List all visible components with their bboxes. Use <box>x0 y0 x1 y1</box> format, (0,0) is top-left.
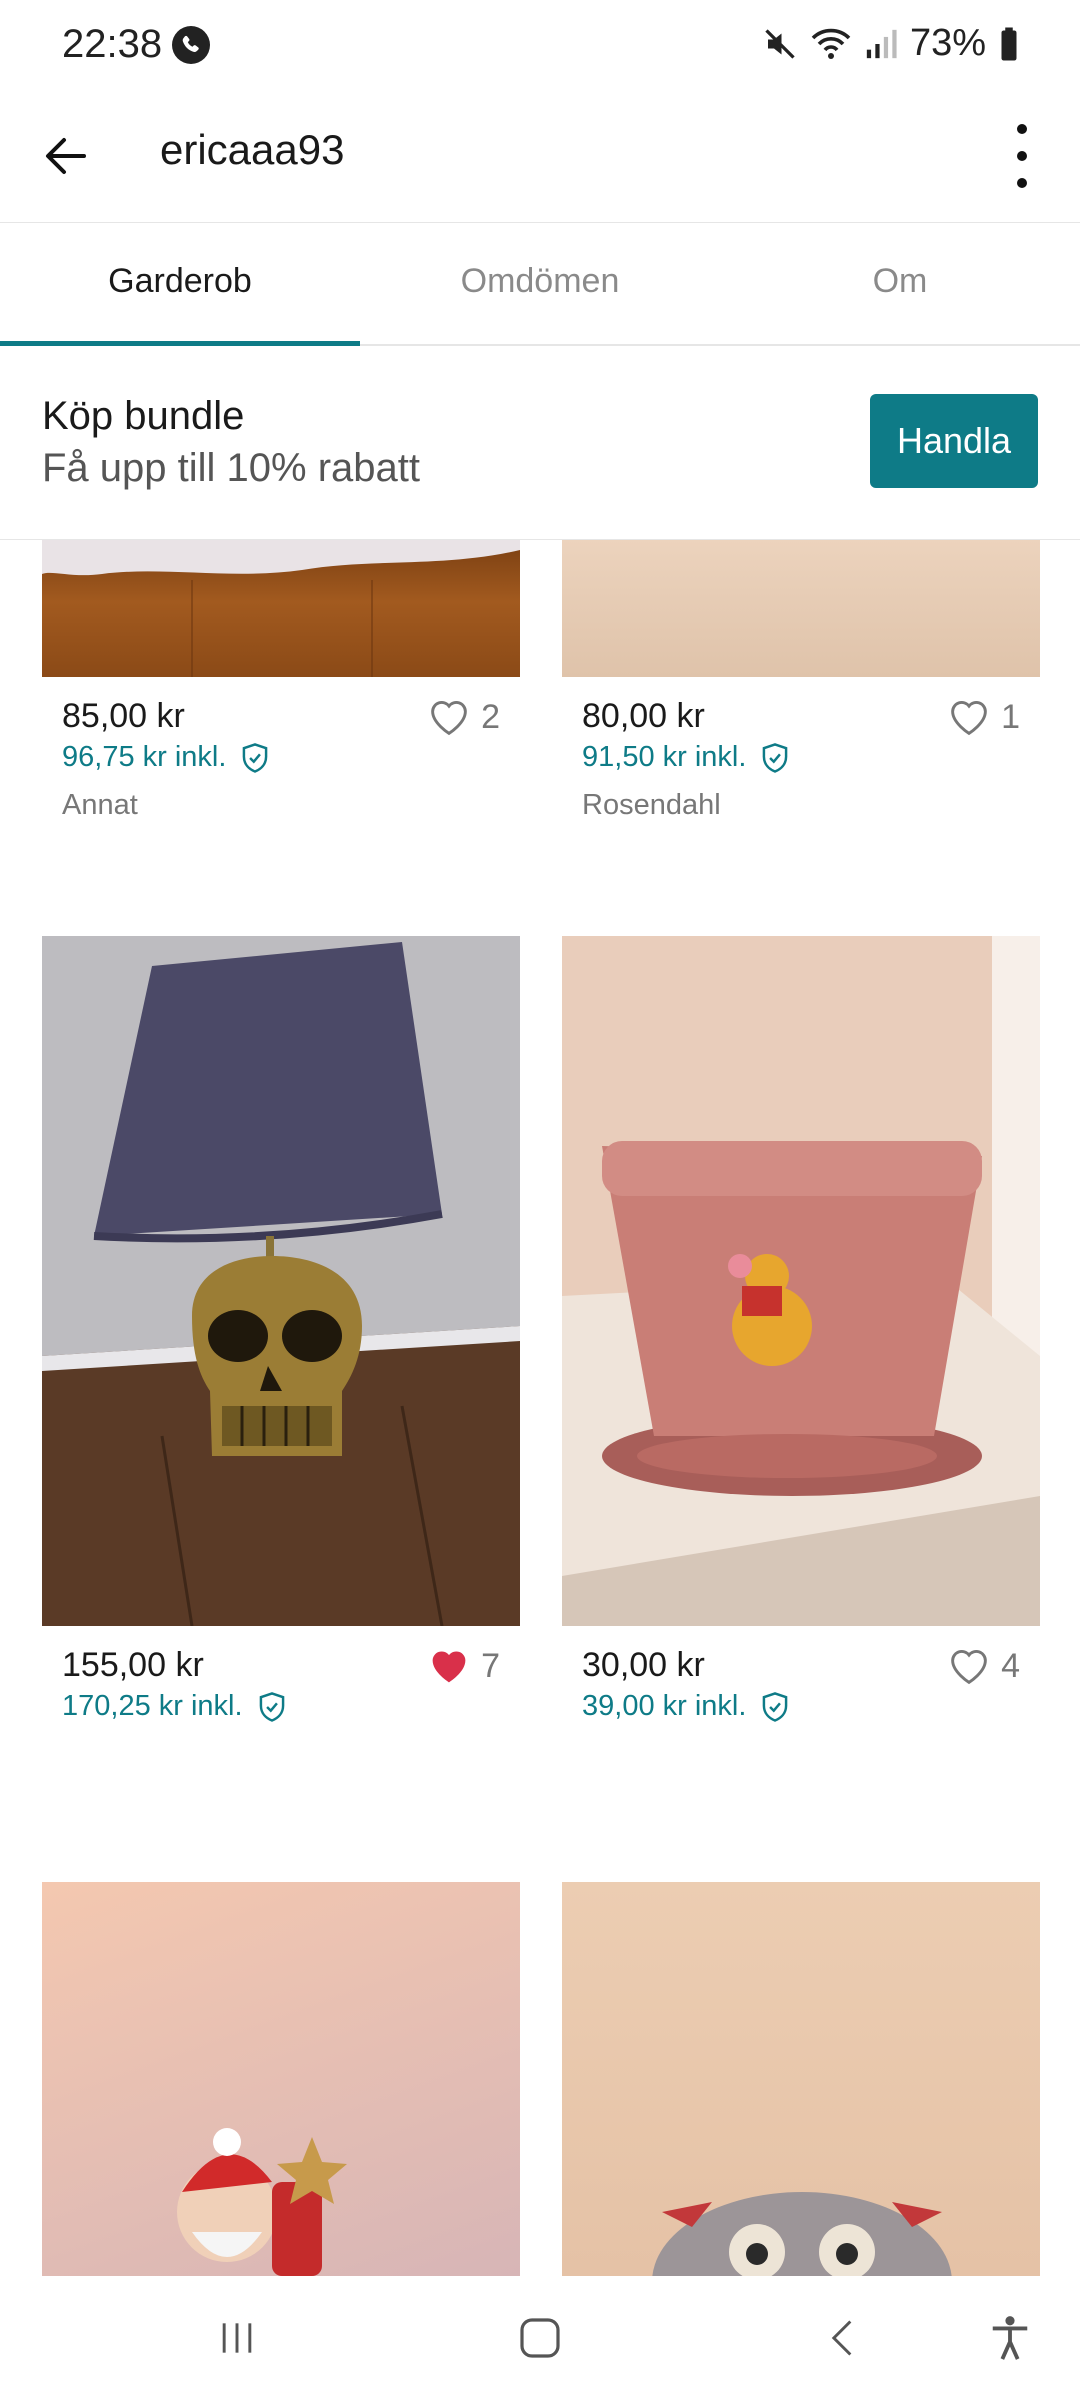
nav-back-icon <box>831 2320 852 2356</box>
shield-check-icon <box>763 742 788 773</box>
favourite-button[interactable]: 4 <box>947 1646 1020 1686</box>
nav-back-button[interactable] <box>808 2306 878 2370</box>
price-incl: 91,50 kr inkl. <box>582 741 790 774</box>
product-price: 155,00 kr <box>62 1646 204 1684</box>
product-price: 80,00 kr <box>582 697 705 735</box>
likes-count: 1 <box>1001 697 1020 736</box>
status-bar: 22:38 73% <box>0 0 1080 90</box>
bundle-subtitle: Få upp till 10% rabatt <box>42 446 420 490</box>
product-image[interactable] <box>42 936 520 1626</box>
product-image[interactable] <box>562 1882 1040 2276</box>
accessibility-icon <box>992 2316 1028 2360</box>
signal-icon <box>866 29 897 58</box>
product-card[interactable]: 30,00 kr 39,00 kr inkl. 4 <box>562 936 1040 1776</box>
price-incl: 96,75 kr inkl. <box>62 741 270 774</box>
favourite-button[interactable]: 2 <box>427 697 500 737</box>
price-incl-text: 96,75 kr inkl. <box>62 741 227 773</box>
price-incl: 39,00 kr inkl. <box>582 1690 790 1723</box>
heart-icon <box>432 1651 466 1683</box>
product-price: 30,00 kr <box>582 1646 705 1684</box>
recents-button[interactable] <box>202 2306 272 2370</box>
status-time: 22:38 <box>62 22 163 66</box>
recents-icon <box>222 2323 252 2353</box>
bundle-title: Köp bundle <box>42 394 245 438</box>
product-card[interactable]: 85,00 kr 96,75 kr inkl. Annat 2 <box>42 540 520 827</box>
system-nav-bar <box>0 2276 1080 2400</box>
battery-icon <box>1001 27 1017 60</box>
product-card[interactable]: 80,00 kr 91,50 kr inkl. Rosendahl 1 <box>562 540 1040 827</box>
price-incl-text: 39,00 kr inkl. <box>582 1690 747 1722</box>
heart-icon <box>951 701 987 736</box>
product-image[interactable] <box>562 936 1040 1626</box>
product-image[interactable] <box>562 540 1040 677</box>
price-incl-text: 170,25 kr inkl. <box>62 1690 243 1722</box>
product-image[interactable] <box>42 540 520 677</box>
product-image[interactable] <box>42 1882 520 2276</box>
mute-icon <box>765 28 795 59</box>
back-button[interactable] <box>30 120 102 192</box>
more-options-button[interactable] <box>998 116 1046 196</box>
shop-bundle-button[interactable]: Handla <box>870 394 1038 488</box>
shield-check-icon <box>763 1691 788 1722</box>
accessibility-button[interactable] <box>975 2306 1045 2370</box>
home-icon <box>520 2318 560 2358</box>
product-brand: Annat <box>62 789 138 821</box>
likes-count: 7 <box>481 1646 500 1685</box>
status-icons: 73% <box>762 22 1020 65</box>
favourite-button[interactable]: 7 <box>427 1646 500 1686</box>
product-card[interactable] <box>562 1882 1040 2276</box>
bundle-banner: Köp bundle Få upp till 10% rabatt Handla <box>0 346 1080 540</box>
more-vert-icon <box>1017 124 1027 134</box>
product-card[interactable]: 155,00 kr 170,25 kr inkl. 7 <box>42 936 520 1776</box>
favourite-button[interactable]: 1 <box>947 697 1020 737</box>
shield-check-icon <box>243 742 268 773</box>
wifi-icon <box>811 28 851 59</box>
back-arrow-icon <box>46 138 86 174</box>
heart-icon <box>431 701 467 736</box>
heart-icon <box>951 1650 987 1685</box>
tab-garderob[interactable]: Garderob <box>0 223 360 346</box>
app-bar: ericaaa93 <box>0 90 1080 222</box>
product-grid: 85,00 kr 96,75 kr inkl. Annat 2 80,00 kr… <box>0 540 1080 2276</box>
likes-count: 2 <box>481 697 500 736</box>
likes-count: 4 <box>1001 1646 1020 1685</box>
product-price: 85,00 kr <box>62 697 185 735</box>
price-incl-text: 91,50 kr inkl. <box>582 741 747 773</box>
product-brand: Rosendahl <box>582 789 721 821</box>
call-icon <box>172 26 210 64</box>
home-button[interactable] <box>505 2306 575 2370</box>
price-incl: 170,25 kr inkl. <box>62 1690 287 1723</box>
tab-omdomen[interactable]: Omdömen <box>360 223 720 344</box>
product-card[interactable] <box>42 1882 520 2276</box>
shield-check-icon <box>259 1691 284 1722</box>
battery-percent: 73% <box>909 22 986 64</box>
tab-om[interactable]: Om <box>720 223 1080 344</box>
page-title: ericaaa93 <box>160 126 345 173</box>
profile-tabs: Garderob Omdömen Om <box>0 222 1080 346</box>
